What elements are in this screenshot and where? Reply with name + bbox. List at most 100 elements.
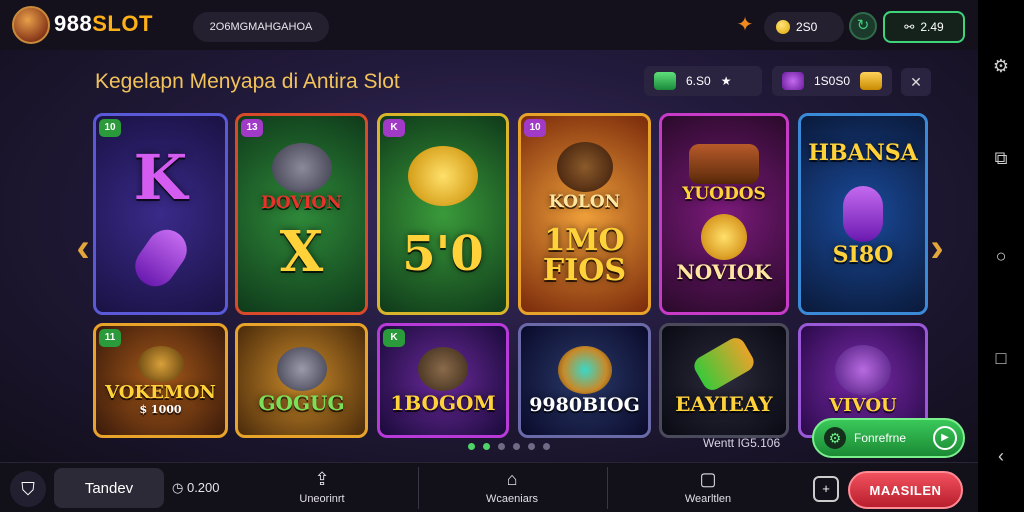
bonus-button-label: Fonrefrne (854, 431, 907, 445)
win-ticker: Wentt IG5.106 (703, 436, 781, 450)
golden-mask-icon (408, 146, 478, 206)
wallet-label: 2.49 (920, 20, 944, 34)
play-icon: ▶ (933, 426, 957, 450)
pager-dots (468, 443, 550, 450)
add-icon[interactable]: + (813, 476, 839, 502)
game-card[interactable]: 10 KOLON 1MO FIOS (518, 113, 651, 315)
pager-dot[interactable] (513, 443, 520, 450)
logo-text-accent: SLOT (92, 11, 153, 36)
card-subtitle: SI8O (832, 242, 894, 268)
purple-gem-chip[interactable]: 1S0S0 (772, 66, 892, 96)
pager-dot[interactable] (468, 443, 475, 450)
system-nav-bar: ⚙ ⧉ ○ □ ‹ (978, 0, 1024, 512)
register-button[interactable]: MAASILEN (848, 471, 963, 509)
card-title: EAYIEAY (675, 391, 773, 416)
orc-icon (418, 346, 468, 391)
search-input[interactable]: 2O6MGMAHGAHOA (193, 12, 329, 42)
game-grid: 10 K 13 DOVION X K 5'0 10 KOLON 1MO FIOS… (93, 113, 933, 438)
card-tag: 13 (241, 119, 263, 137)
game-card[interactable]: EAYIEAY (659, 323, 789, 438)
copy-icon[interactable]: ⧉ (978, 148, 1024, 169)
card-tag: 10 (524, 119, 546, 137)
handshake-icon: ⚯ (904, 20, 915, 34)
card-title: DOVION (261, 193, 342, 213)
nav-label: Wearltlen (684, 493, 732, 505)
close-icon[interactable]: ✕ (901, 68, 931, 96)
nav-item-upload[interactable]: ⇪ Uneorinrt (272, 469, 372, 505)
star-badge-icon[interactable]: ✦ (734, 14, 756, 36)
cowboy-icon (556, 142, 613, 192)
game-card[interactable]: 9980BIOG (518, 323, 651, 438)
nav-item-wallet[interactable]: ▢ Wearltlen (658, 469, 758, 505)
card-subtitle: 5'0 (402, 226, 484, 282)
banana-symbol-icon (126, 221, 195, 294)
card-tag: 11 (99, 329, 121, 347)
green-gem-icon (654, 72, 676, 90)
green-gem-chip[interactable]: 6.S0 ★ (644, 66, 762, 96)
green-gem-value: 6.S0 (686, 74, 711, 88)
coin-symbol-icon (701, 214, 747, 260)
coin-balance[interactable]: 2S0 (764, 12, 844, 42)
logo-icon[interactable] (12, 6, 50, 44)
bonus-button[interactable]: ⚙ Fonrefrne ▶ (812, 418, 965, 458)
card-title: GOGUG (258, 390, 345, 415)
gear-icon: ⚙ (824, 427, 846, 449)
settings-icon[interactable]: ⚙ (978, 56, 1024, 77)
recents-icon[interactable]: □ (978, 348, 1024, 369)
nav-item-home[interactable]: ⌂ Wcaeniars (462, 469, 562, 505)
upload-icon: ⇪ (314, 469, 330, 489)
nav-divider (607, 467, 608, 509)
prev-arrow-icon[interactable]: ‹ (72, 225, 94, 271)
shield-icon[interactable]: ⛉ (10, 471, 46, 507)
star-icon: ★ (720, 74, 732, 88)
home-circle-icon[interactable]: ○ (978, 246, 1024, 267)
goblin-icon (835, 345, 891, 395)
clock-icon: ◷ (172, 480, 184, 495)
top-bar: 988SLOT 2O6MGMAHGAHOA ✦ 2S0 ↻ ⚯ 2.49 (0, 0, 978, 50)
logo-text-white: 988 (54, 11, 93, 36)
game-card[interactable]: K 1BOGOM (377, 323, 509, 438)
game-card[interactable]: YUODOS NOVIOK (659, 113, 789, 315)
card-tag: K (383, 119, 405, 137)
back-icon[interactable]: ‹ (978, 446, 1024, 467)
card-subtitle: $ 1000 (139, 402, 182, 416)
game-card[interactable]: 10 K (93, 113, 228, 315)
game-card[interactable]: 11 VOKEMON $ 1000 (93, 323, 228, 438)
gem-ring-icon (557, 345, 612, 394)
username-button[interactable]: Tandev (54, 468, 164, 508)
game-card[interactable]: 13 DOVION X (235, 113, 368, 315)
card-title: VIVOU (829, 395, 897, 416)
potion-icon (843, 186, 883, 242)
card-title: 1BOGOM (390, 390, 496, 415)
card-title: K (133, 140, 188, 214)
wallet-icon: ▢ (699, 469, 717, 489)
game-card[interactable]: GOGUG (235, 323, 368, 438)
nav-divider (418, 467, 419, 509)
crown-icon (860, 72, 882, 90)
card-title: YUODOS (682, 184, 766, 204)
game-card[interactable]: K 5'0 (377, 113, 509, 315)
purple-gem-value: 1S0S0 (813, 74, 851, 88)
logo[interactable]: 988SLOT (54, 11, 153, 37)
pager-dot[interactable] (498, 443, 505, 450)
home-icon: ⌂ (506, 469, 518, 489)
app-window: 988SLOT 2O6MGMAHGAHOA ✦ 2S0 ↻ ⚯ 2.49 Keg… (0, 0, 978, 512)
card-title: 9980BIOG (529, 393, 640, 416)
card-title: KOLON (548, 192, 621, 212)
card-subtitle: X (279, 219, 324, 285)
card-subtitle: 1MO FIOS (542, 223, 627, 288)
pager-dot[interactable] (543, 443, 550, 450)
refresh-icon[interactable]: ↻ (849, 12, 877, 40)
pager-dot[interactable] (483, 443, 490, 450)
knight-icon (276, 346, 327, 391)
card-subtitle: NOVIOK (676, 260, 772, 284)
balance-value: 0.200 (186, 480, 220, 495)
pager-dot[interactable] (528, 443, 535, 450)
bottom-bar: ⛉ Tandev ◷ 0.200 ⇪ Uneorinrt ⌂ Wcaeniars… (0, 462, 978, 512)
coin-icon (776, 20, 790, 34)
game-card[interactable]: HBANSA SI8O (798, 113, 928, 315)
pharaoh-icon (137, 345, 184, 382)
wallet-button[interactable]: ⚯ 2.49 (883, 11, 965, 43)
purple-gem-icon (782, 72, 804, 90)
warrior-helmet-icon (271, 143, 332, 193)
